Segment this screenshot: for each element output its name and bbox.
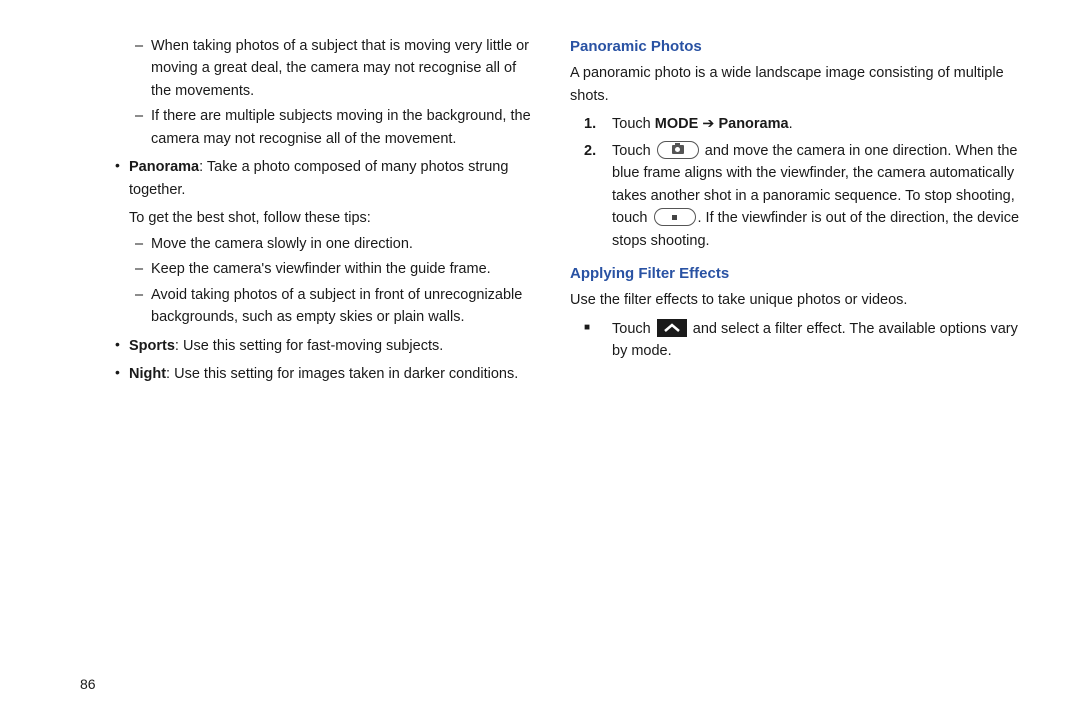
tip-row: – Avoid taking photos of a subject in fr… [135, 284, 540, 329]
dash-marker: – [135, 105, 151, 150]
step1-panorama: Panorama [718, 116, 788, 132]
step-text: Touch MODE ➔ Panorama. [612, 113, 1030, 135]
bullet-text: Sports: Use this setting for fast-moving… [129, 335, 540, 357]
dash-marker: – [135, 233, 151, 255]
step1-arrow: ➔ [698, 116, 718, 132]
sports-rest: : Use this setting for fast-moving subje… [175, 338, 443, 354]
tip-row: – Keep the camera's viewfinder within th… [135, 258, 540, 280]
camera-button-icon [657, 141, 699, 159]
tip-text: Keep the camera's viewfinder within the … [151, 258, 540, 280]
sub-bullet: – When taking photos of a subject that i… [135, 35, 540, 102]
filter-intro: Use the filter effects to take unique ph… [570, 289, 1030, 311]
stop-button-icon [654, 208, 696, 226]
night-label: Night [129, 366, 166, 382]
tip-row: – Move the camera slowly in one directio… [135, 233, 540, 255]
bullet-marker: • [115, 335, 129, 357]
step-text: Touch and move the camera in one directi… [612, 140, 1030, 252]
step1-post: . [789, 116, 793, 132]
tip-text: Avoid taking photos of a subject in fron… [151, 284, 540, 329]
bullet-night: • Night: Use this setting for images tak… [115, 363, 540, 385]
chevron-up-icon [657, 319, 687, 337]
bullet-text: Panorama: Take a photo composed of many … [129, 156, 540, 201]
filter-step: ■ Touch and select a filter effect. The … [584, 318, 1030, 363]
dash-marker: – [135, 258, 151, 280]
tips-intro: To get the best shot, follow these tips: [129, 207, 540, 229]
step1-mode: MODE [655, 116, 699, 132]
step-number: 2. [584, 140, 612, 252]
dash-marker: – [135, 35, 151, 102]
tip-text: Move the camera slowly in one direction. [151, 233, 540, 255]
square-marker: ■ [584, 318, 612, 363]
heading-filter: Applying Filter Effects [570, 262, 1030, 285]
page-number: 86 [80, 676, 96, 692]
filter-text: Touch and select a filter effect. The av… [612, 318, 1030, 363]
sub-bullet-text: When taking photos of a subject that is … [151, 35, 540, 102]
dash-marker: – [135, 284, 151, 329]
bullet-marker: • [115, 363, 129, 385]
night-rest: : Use this setting for images taken in d… [166, 366, 518, 382]
bullet-sports: • Sports: Use this setting for fast-movi… [115, 335, 540, 357]
heading-panoramic: Panoramic Photos [570, 35, 1030, 58]
bullet-panorama: • Panorama: Take a photo composed of man… [115, 156, 540, 201]
panorama-label: Panorama [129, 159, 199, 175]
step-1: 1. Touch MODE ➔ Panorama. [584, 113, 1030, 135]
sub-bullet-text: If there are multiple subjects moving in… [151, 105, 540, 150]
step-2: 2. Touch and move the camera in one dire… [584, 140, 1030, 252]
step2-pre: Touch [612, 143, 655, 159]
sports-label: Sports [129, 338, 175, 354]
sub-bullet: – If there are multiple subjects moving … [135, 105, 540, 150]
filter-pre: Touch [612, 321, 655, 337]
step1-pre: Touch [612, 116, 655, 132]
left-column: – When taking photos of a subject that i… [80, 35, 540, 655]
bullet-marker: • [115, 156, 129, 201]
step-number: 1. [584, 113, 612, 135]
right-column: Panoramic Photos A panoramic photo is a … [570, 35, 1030, 655]
panoramic-intro: A panoramic photo is a wide landscape im… [570, 62, 1030, 107]
bullet-text: Night: Use this setting for images taken… [129, 363, 540, 385]
